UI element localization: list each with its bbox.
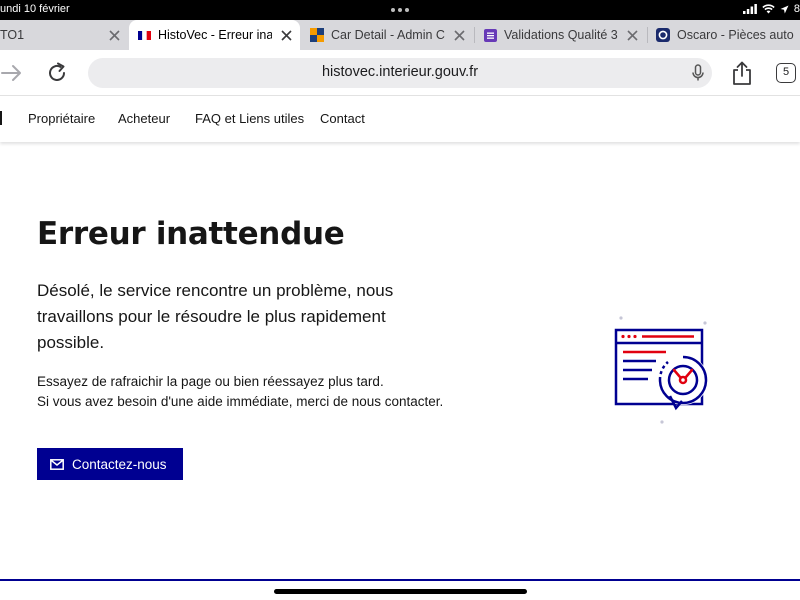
form-icon xyxy=(483,28,497,42)
contact-button-label: Contactez-nous xyxy=(72,456,167,472)
tab-count-button[interactable]: 5 xyxy=(776,63,796,83)
close-icon[interactable] xyxy=(449,25,469,45)
close-icon[interactable] xyxy=(104,25,124,45)
tab-validations[interactable]: Validations Qualité 3.0 xyxy=(475,20,646,50)
tab-histovec[interactable]: HistoVec - Erreur inatt xyxy=(129,20,300,50)
status-bar: undi 10 février 8 xyxy=(0,0,800,20)
site-navigation: Propriétaire Acheteur FAQ et Liens utile… xyxy=(0,96,800,142)
page-title: Erreur inattendue xyxy=(37,216,345,252)
error-lead-text: Désolé, le service rencontre un problème… xyxy=(37,281,394,352)
tab-title: Validations Qualité 3.0 xyxy=(504,28,618,42)
nav-edge-divider xyxy=(0,111,2,125)
nav-link-proprietaire[interactable]: Propriétaire xyxy=(28,111,95,126)
tab-to1[interactable]: TO1 xyxy=(0,20,128,50)
battery-percentage: 8 xyxy=(793,3,800,15)
tab-oscaro[interactable]: Oscaro - Pièces auto xyxy=(648,20,800,50)
close-icon[interactable] xyxy=(276,25,296,45)
home-indicator[interactable] xyxy=(274,589,527,594)
microphone-icon[interactable] xyxy=(692,64,704,82)
browser-toolbar: histovec.interieur.gouv.fr 5 xyxy=(0,50,800,96)
technical-error-illustration xyxy=(614,316,708,424)
tab-title: HistoVec - Erreur inatt xyxy=(158,28,272,42)
tab-title: Oscaro - Pièces auto xyxy=(677,28,794,42)
reload-icon[interactable] xyxy=(46,62,68,84)
multitasking-dots-icon[interactable] xyxy=(391,8,409,12)
tab-title: TO1 xyxy=(0,28,25,42)
mail-icon xyxy=(50,458,64,470)
status-indicators: 8 xyxy=(742,3,800,15)
share-icon[interactable] xyxy=(731,61,753,86)
footer-top-border xyxy=(0,579,800,581)
tab-title: Car Detail - Admin Ce xyxy=(331,28,445,42)
status-time: undi 10 février xyxy=(0,3,70,15)
tab-strip: TO1 HistoVec - Erreur inatt Car Detail -… xyxy=(0,20,800,50)
tab-car-detail[interactable]: Car Detail - Admin Ce xyxy=(302,20,473,50)
url-text[interactable]: histovec.interieur.gouv.fr xyxy=(88,64,712,80)
address-bar[interactable]: histovec.interieur.gouv.fr xyxy=(88,58,712,88)
retry-instruction-text: Essayez de rafraichir la page ou bien ré… xyxy=(37,374,384,389)
wifi-icon xyxy=(762,4,775,14)
close-icon[interactable] xyxy=(622,25,642,45)
oscaro-logo-icon xyxy=(656,28,670,42)
contact-instruction-text: Si vous avez besoin d'une aide immédiate… xyxy=(37,394,444,409)
french-flag-icon xyxy=(137,28,151,42)
nav-link-contact[interactable]: Contact xyxy=(320,111,365,126)
nav-link-acheteur[interactable]: Acheteur xyxy=(118,111,170,126)
nav-link-faq[interactable]: FAQ et Liens utiles xyxy=(195,111,304,126)
admin-logo-icon xyxy=(310,28,324,42)
contact-button[interactable]: Contactez-nous xyxy=(37,448,183,480)
cellular-signal-icon xyxy=(742,4,757,14)
location-icon xyxy=(780,5,789,13)
forward-arrow-icon[interactable] xyxy=(0,63,24,83)
